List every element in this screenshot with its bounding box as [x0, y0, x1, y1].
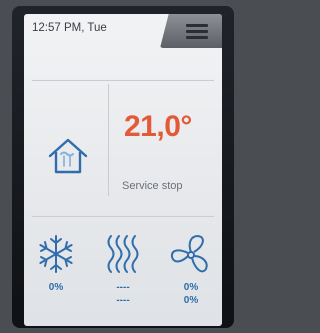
snowflake-icon[interactable] — [34, 232, 78, 276]
bottom-divider — [32, 216, 214, 217]
vertical-divider — [108, 84, 109, 196]
home-icon[interactable] — [46, 134, 90, 178]
fan-value-2: 0% — [183, 295, 199, 306]
menu-button[interactable] — [160, 14, 222, 48]
cooling-value: 0% — [48, 282, 64, 293]
heating-value-2: ---- — [116, 295, 130, 306]
menu-icon — [186, 24, 208, 39]
top-divider — [32, 80, 214, 81]
top-bar: 12:57 PM, Tue — [24, 14, 222, 48]
temperature-value: 21,0° — [124, 110, 192, 143]
heating-icon[interactable] — [102, 232, 144, 276]
status-text: Service stop — [122, 180, 183, 192]
touch-screen: 12:57 PM, Tue 21,0° Service stop 0% ----… — [24, 14, 222, 326]
fan-icon[interactable] — [168, 232, 214, 278]
heating-value-1: ---- — [116, 282, 130, 293]
clock-text: 12:57 PM, Tue — [32, 22, 107, 34]
fan-value-1: 0% — [183, 282, 199, 293]
